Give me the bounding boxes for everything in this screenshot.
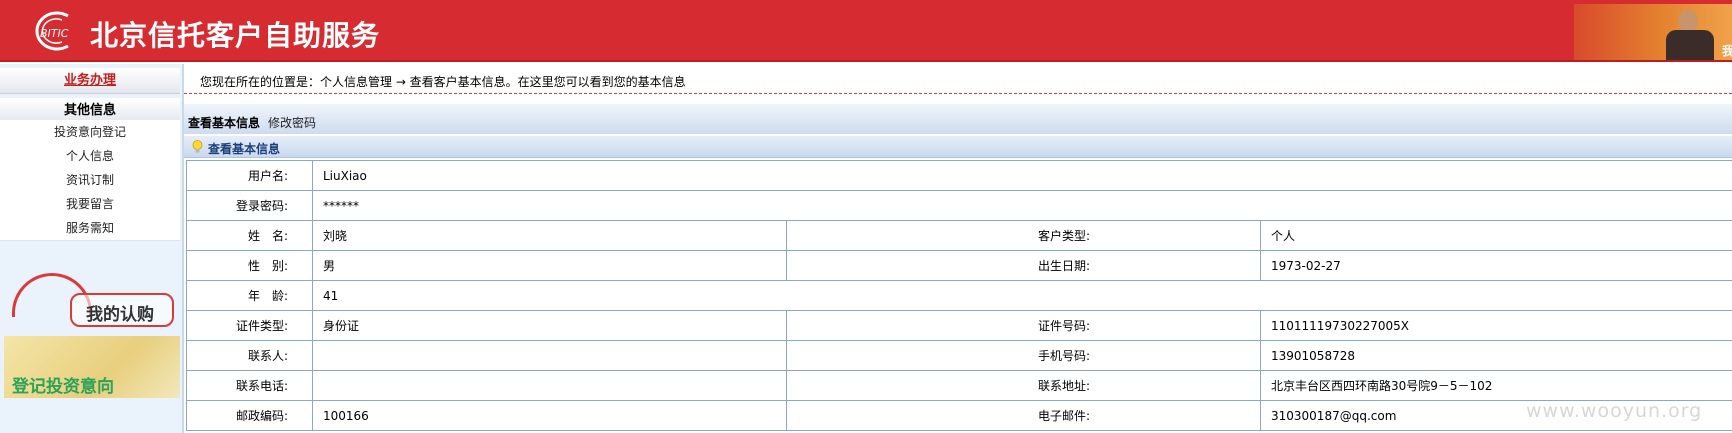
- age-value: 41: [311, 280, 1732, 311]
- tab-view-basic-info[interactable]: 查看基本信息: [188, 114, 260, 131]
- table-row: 用户名: LiuXiao: [186, 160, 1732, 191]
- gender-value: 男: [312, 250, 787, 281]
- tabs-bar: 查看基本信息 修改密码: [184, 104, 1732, 134]
- sidebar-item-leave-message[interactable]: 我要留言: [0, 192, 180, 217]
- table-row: 姓 名: 刘晓 客户类型: 个人: [186, 220, 1732, 251]
- table-row: 证件类型: 身份证 证件号码: 11011119730227005X: [186, 310, 1732, 341]
- register-investment-label: 登记投资意向: [12, 377, 114, 397]
- age-label: 年 龄:: [186, 280, 313, 311]
- phone-value: [312, 370, 787, 401]
- id-type-value: 身份证: [312, 310, 787, 341]
- phone-label: 联系电话:: [186, 370, 313, 401]
- header-bar: BITIC 北京信托客户自助服务 我: [0, 0, 1732, 62]
- address-label: 联系地址:: [786, 370, 1261, 401]
- my-subscription-label: 我的认购: [86, 305, 154, 325]
- table-row: 性 别: 男 出生日期: 1973-02-27: [186, 250, 1732, 281]
- sidebar-item-news-subscription[interactable]: 资讯订制: [0, 168, 180, 193]
- section-header: 查看基本信息: [184, 136, 1732, 158]
- table-row: 登录密码: ******: [186, 190, 1732, 221]
- postal-code-value: 100166: [312, 400, 787, 431]
- section-title: 查看基本信息: [208, 142, 281, 156]
- name-label: 姓 名:: [186, 220, 313, 251]
- sidebar-item-service-notice[interactable]: 服务需知: [0, 216, 180, 241]
- mobile-label: 手机号码:: [786, 340, 1261, 371]
- lightbulb-icon: [192, 140, 203, 153]
- address-value: 北京丰台区西四环南路30号院9－5－102: [1259, 370, 1732, 401]
- register-investment-banner[interactable]: 登记投资意向: [4, 336, 180, 398]
- header-photo: [1574, 4, 1732, 60]
- sidebar-item-investment-intent[interactable]: 投资意向登记: [0, 120, 180, 145]
- basic-info-table: 用户名: LiuXiao 登录密码: ****** 姓 名: 刘晓 客户类型: …: [186, 160, 1732, 431]
- table-row: 联系电话: 联系地址: 北京丰台区西四环南路30号院9－5－102: [186, 370, 1732, 401]
- sidebar-item-personal-info[interactable]: 个人信息: [0, 144, 180, 169]
- breadcrumb: 您现在所在的位置是：个人信息管理 → 查看客户基本信息。在这里您可以看到您的基本…: [184, 64, 1732, 94]
- email-label: 电子邮件:: [786, 400, 1261, 431]
- contact-person-value: [312, 340, 787, 371]
- id-number-label: 证件号码:: [786, 310, 1261, 341]
- username-label: 用户名:: [186, 160, 313, 191]
- password-value: ******: [311, 190, 1732, 221]
- my-subscription-banner[interactable]: 我的认购: [6, 269, 180, 339]
- tab-change-password[interactable]: 修改密码: [268, 114, 316, 131]
- id-number-value: 11011119730227005X: [1259, 310, 1732, 341]
- gender-label: 性 别:: [186, 250, 313, 281]
- contact-person-label: 联系人:: [186, 340, 313, 371]
- customer-type-label: 客户类型:: [786, 220, 1261, 251]
- watermark: www.wooyun.org: [1526, 400, 1703, 422]
- header-corner-text: 我: [1722, 44, 1732, 58]
- name-value: 刘晓: [312, 220, 787, 251]
- postal-code-label: 邮政编码:: [186, 400, 313, 431]
- id-type-label: 证件类型:: [186, 310, 313, 341]
- sidebar: 业务办理 其他信息 投资意向登记 个人信息 资讯订制 我要留言 服务需知 我的认…: [0, 64, 184, 433]
- customer-type-value: 个人: [1259, 220, 1732, 251]
- username-value: LiuXiao: [311, 160, 1732, 191]
- birth-date-value: 1973-02-27: [1259, 250, 1732, 281]
- breadcrumb-text: 您现在所在的位置是：个人信息管理 → 查看客户基本信息。在这里您可以看到您的基本…: [200, 75, 686, 89]
- table-row: 邮政编码: 100166 电子邮件: 310300187@qq.com: [186, 400, 1732, 431]
- birth-date-label: 出生日期:: [786, 250, 1261, 281]
- logo-text: BITIC: [40, 27, 69, 40]
- sidebar-business-link[interactable]: 业务办理: [0, 68, 180, 94]
- site-title: 北京信托客户自助服务: [90, 19, 381, 52]
- mobile-value: 13901058728: [1259, 340, 1732, 371]
- table-row: 年 龄: 41: [186, 280, 1732, 311]
- password-label: 登录密码:: [186, 190, 313, 221]
- table-row: 联系人: 手机号码: 13901058728: [186, 340, 1732, 371]
